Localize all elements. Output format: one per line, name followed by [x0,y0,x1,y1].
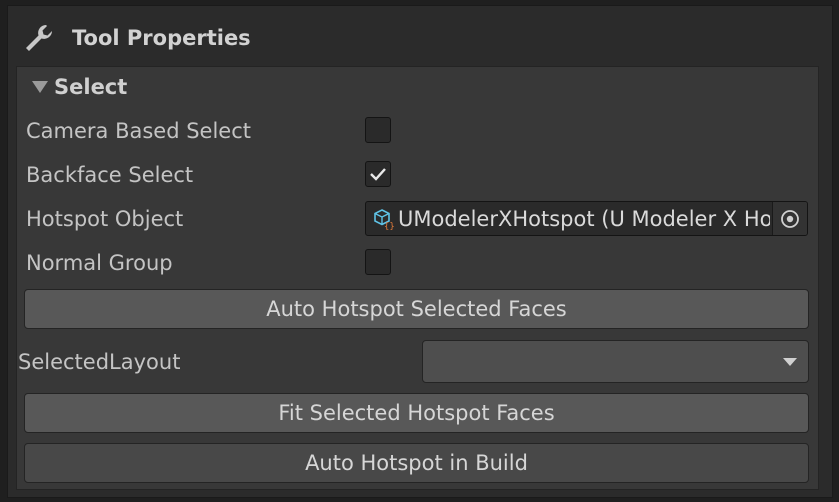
hotspot-object-value: UModelerXHotspot (U Modeler X Hotspot) [398,206,770,231]
foldout-label: Select [54,75,128,99]
selected-layout-label: SelectedLayout [18,350,181,374]
target-icon [781,209,799,228]
svg-text:{}: {} [384,222,395,230]
object-picker-button[interactable] [772,202,807,235]
normal-group-checkbox[interactable] [365,249,391,275]
prefab-cube-icon: {} [374,208,395,230]
select-foldout[interactable]: Select [15,73,127,101]
backface-select-label: Backface Select [26,163,194,187]
auto-hotspot-in-build-button[interactable]: Auto Hotspot in Build [24,443,809,483]
wrench-icon [26,25,52,51]
checkmark-icon [370,168,386,181]
normal-group-label: Normal Group [26,251,173,275]
window-header: Tool Properties [12,12,830,64]
auto-hotspot-selected-faces-button[interactable]: Auto Hotspot Selected Faces [24,289,809,329]
triangle-down-icon[interactable] [31,80,49,94]
dropdown-arrow-icon [783,358,797,366]
backface-select-checkbox[interactable] [365,161,391,187]
hotspot-object-label: Hotspot Object [26,207,184,231]
camera-based-select-checkbox[interactable] [365,117,391,143]
fit-selected-hotspot-faces-button[interactable]: Fit Selected Hotspot Faces [24,393,809,433]
hotspot-object-field[interactable]: {} UModelerXHotspot (U Modeler X Hotspot… [365,201,808,236]
window-title: Tool Properties [72,26,251,50]
selected-layout-dropdown[interactable] [422,340,809,383]
camera-based-select-label: Camera Based Select [26,119,252,143]
